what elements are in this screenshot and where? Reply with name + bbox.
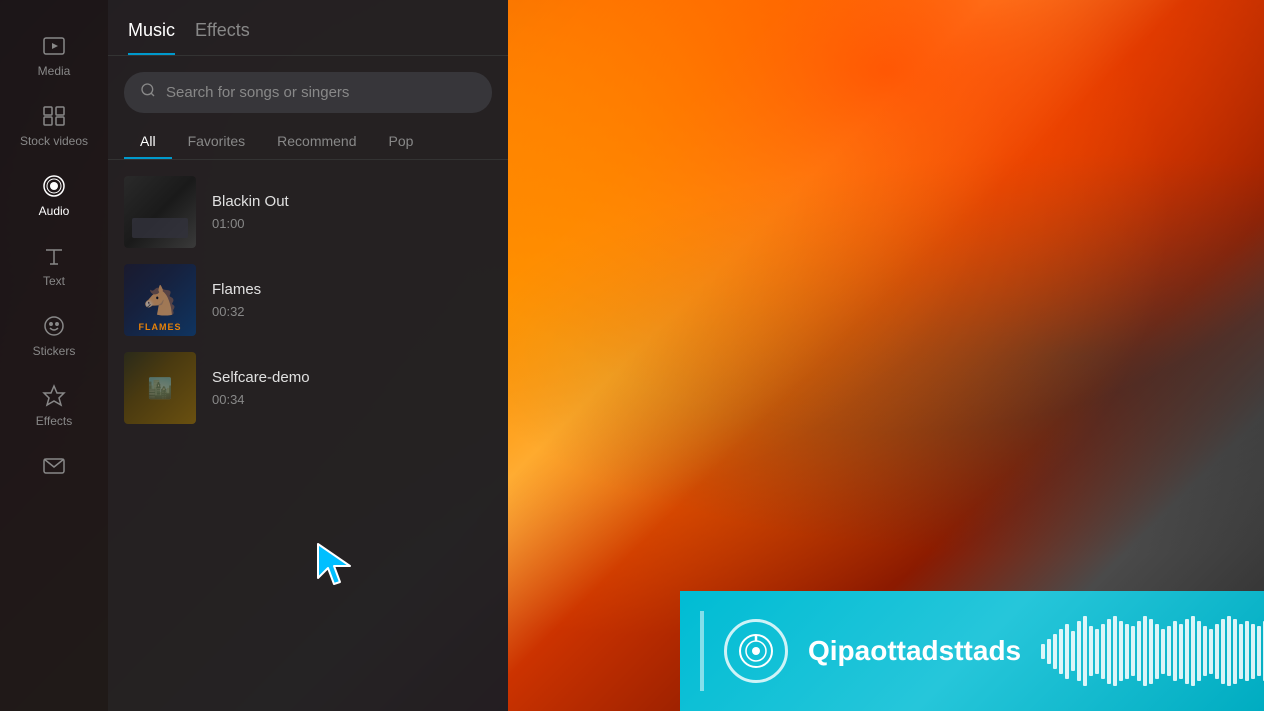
flames-thumb-text: FLAMES bbox=[124, 322, 196, 332]
waveform bbox=[1041, 616, 1264, 686]
waveform-bar bbox=[1209, 629, 1213, 674]
sidebar-stickers-label: Stickers bbox=[33, 344, 76, 358]
song-duration-flames: 00:32 bbox=[212, 304, 492, 319]
sidebar-item-media[interactable]: Media bbox=[0, 20, 108, 90]
sidebar-stock-label: Stock videos bbox=[20, 134, 88, 148]
search-input[interactable] bbox=[166, 84, 476, 101]
waveform-bar bbox=[1233, 619, 1237, 684]
media-icon bbox=[40, 32, 68, 60]
song-info-blackin-out: Blackin Out 01:00 bbox=[212, 193, 492, 231]
sidebar-item-audio[interactable]: Audio bbox=[0, 160, 108, 230]
stickers-icon bbox=[40, 312, 68, 340]
waveform-bar bbox=[1251, 624, 1255, 679]
waveform-bar bbox=[1203, 626, 1207, 676]
waveform-bar bbox=[1047, 639, 1051, 664]
sidebar-item-stickers[interactable]: Stickers bbox=[0, 300, 108, 370]
text-icon bbox=[40, 242, 68, 270]
stock-videos-icon bbox=[40, 102, 68, 130]
filter-tab-all[interactable]: All bbox=[124, 125, 172, 159]
filter-tab-pop[interactable]: Pop bbox=[373, 125, 430, 159]
music-logo bbox=[724, 619, 788, 683]
waveform-bar bbox=[1155, 624, 1159, 679]
waveform-bar bbox=[1119, 621, 1123, 681]
sidebar-effects-label: Effects bbox=[36, 414, 72, 428]
song-info-selfcare: Selfcare-demo 00:34 bbox=[212, 369, 492, 407]
waveform-bar bbox=[1149, 619, 1153, 684]
waveform-bar bbox=[1143, 616, 1147, 686]
waveform-bar bbox=[1179, 624, 1183, 679]
effects-icon bbox=[40, 382, 68, 410]
waveform-bar bbox=[1083, 616, 1087, 686]
filter-tabs: All Favorites Recommend Pop bbox=[108, 125, 508, 160]
waveform-bar bbox=[1215, 624, 1219, 679]
search-icon bbox=[140, 82, 156, 103]
waveform-bar bbox=[1197, 621, 1201, 681]
waveform-bar bbox=[1245, 621, 1249, 681]
song-thumb-flames: 🐴 FLAMES bbox=[124, 264, 196, 336]
song-item-flames[interactable]: 🐴 FLAMES Flames 00:32 bbox=[108, 256, 508, 344]
song-name-blackin-out: Blackin Out bbox=[212, 193, 492, 210]
waveform-bar bbox=[1059, 629, 1063, 674]
song-thumb-blackin-out bbox=[124, 176, 196, 248]
song-item-selfcare-demo[interactable]: 🏙️ Selfcare-demo 00:34 bbox=[108, 344, 508, 432]
sidebar-item-text[interactable]: Text bbox=[0, 230, 108, 300]
tabs-header: Music Effects bbox=[108, 0, 508, 56]
waveform-bar bbox=[1257, 626, 1261, 676]
waveform-bar bbox=[1161, 629, 1165, 674]
mail-icon bbox=[40, 452, 68, 480]
waveform-bar bbox=[1101, 624, 1105, 679]
sidebar-audio-label: Audio bbox=[39, 204, 70, 218]
music-bar-divider bbox=[700, 611, 704, 691]
song-name-flames: Flames bbox=[212, 281, 492, 298]
waveform-bar bbox=[1137, 621, 1141, 681]
song-duration-selfcare: 00:34 bbox=[212, 392, 492, 407]
waveform-bar bbox=[1041, 644, 1045, 659]
waveform-bar bbox=[1113, 616, 1117, 686]
song-duration-blackin-out: 01:00 bbox=[212, 216, 492, 231]
tab-music[interactable]: Music bbox=[128, 20, 175, 55]
search-container bbox=[108, 56, 508, 125]
waveform-bar bbox=[1125, 624, 1129, 679]
sidebar-item-mail[interactable] bbox=[0, 440, 108, 492]
waveform-bar bbox=[1239, 624, 1243, 679]
waveform-bar bbox=[1167, 626, 1171, 676]
waveform-bar bbox=[1221, 619, 1225, 684]
music-bar: Qipaottadsttads bbox=[680, 591, 1264, 711]
waveform-bar bbox=[1107, 619, 1111, 684]
waveform-bar bbox=[1191, 616, 1195, 686]
filter-tab-favorites[interactable]: Favorites bbox=[172, 125, 262, 159]
filter-tab-recommend[interactable]: Recommend bbox=[261, 125, 372, 159]
song-list: Blackin Out 01:00 🐴 FLAMES Flames 00:32 … bbox=[108, 160, 508, 711]
waveform-bar bbox=[1227, 616, 1231, 686]
waveform-bar bbox=[1077, 621, 1081, 681]
waveform-bar bbox=[1053, 634, 1057, 669]
sidebar-item-stock-videos[interactable]: Stock videos bbox=[0, 90, 108, 160]
audio-icon bbox=[40, 172, 68, 200]
panel: Music Effects All Favorites Recommend Po… bbox=[108, 0, 508, 711]
sidebar-media-label: Media bbox=[38, 64, 71, 78]
music-bar-title: Qipaottadsttads bbox=[808, 635, 1021, 667]
waveform-bar bbox=[1185, 619, 1189, 684]
song-name-selfcare: Selfcare-demo bbox=[212, 369, 492, 386]
sidebar: Media Stock videos Audio bbox=[0, 0, 108, 711]
tab-effects[interactable]: Effects bbox=[195, 20, 250, 55]
search-box bbox=[124, 72, 492, 113]
waveform-bar bbox=[1089, 626, 1093, 676]
waveform-bar bbox=[1071, 631, 1075, 671]
song-thumb-selfcare: 🏙️ bbox=[124, 352, 196, 424]
waveform-bar bbox=[1131, 626, 1135, 676]
waveform-bar bbox=[1095, 629, 1099, 674]
sidebar-item-effects[interactable]: Effects bbox=[0, 370, 108, 440]
song-info-flames: Flames 00:32 bbox=[212, 281, 492, 319]
waveform-bar bbox=[1173, 621, 1177, 681]
sidebar-text-label: Text bbox=[43, 274, 65, 288]
song-item-blackin-out[interactable]: Blackin Out 01:00 bbox=[108, 168, 508, 256]
waveform-bar bbox=[1065, 624, 1069, 679]
